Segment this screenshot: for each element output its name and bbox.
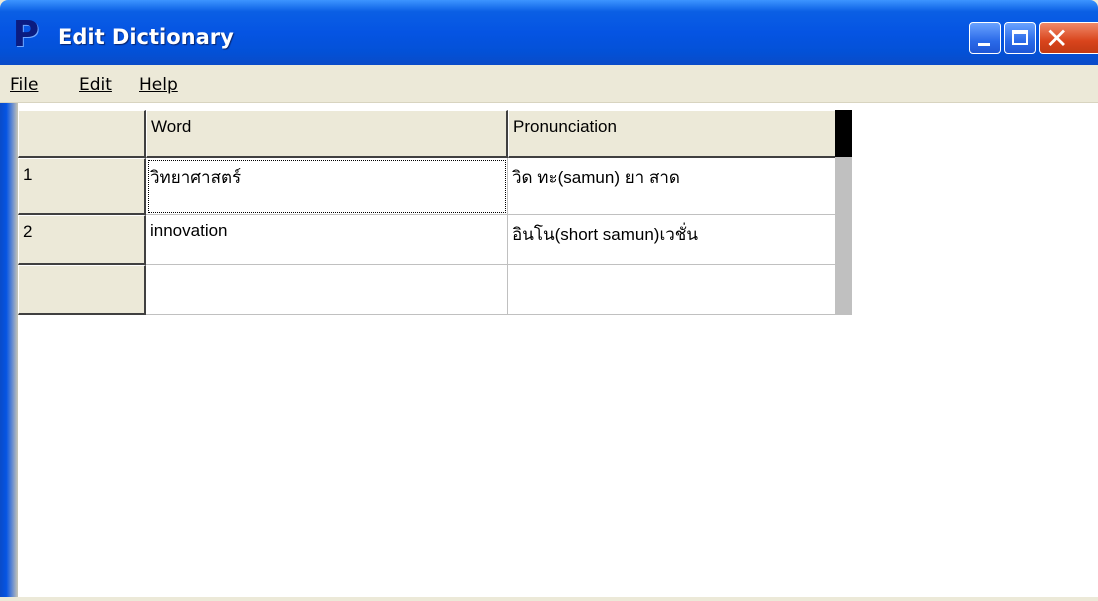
row-header[interactable] — [18, 265, 146, 315]
menu-help[interactable]: Help — [139, 75, 178, 95]
window-bottom-edge — [0, 597, 1098, 601]
menu-edit-label: Edit — [79, 75, 112, 95]
minimize-icon — [978, 43, 990, 46]
column-header-word[interactable]: Word — [146, 110, 508, 158]
menu-edit[interactable]: Edit — [79, 75, 112, 95]
menu-help-label: Help — [139, 75, 178, 95]
pronunciation-cell[interactable]: วิด ทะ(samun) ยา สาด — [508, 158, 838, 215]
menu-bar: File Edit Help — [0, 65, 1098, 103]
close-icon: ✕ — [1045, 22, 1069, 55]
app-icon: P — [12, 14, 40, 55]
word-cell[interactable] — [146, 265, 508, 315]
column-header-pronunciation[interactable]: Pronunciation — [508, 110, 838, 158]
maximize-icon — [1012, 30, 1028, 45]
grid-header-edge — [835, 110, 852, 158]
grid-vertical-scrollbar[interactable] — [835, 157, 852, 315]
minimize-button[interactable] — [969, 22, 1001, 54]
word-cell[interactable]: innovation — [146, 215, 508, 265]
corner-header[interactable] — [18, 110, 146, 158]
menu-file[interactable]: File — [10, 75, 38, 95]
window-title: Edit Dictionary — [58, 25, 234, 49]
word-cell[interactable]: วิทยาศาสตร์ — [146, 158, 508, 215]
pronunciation-cell[interactable]: อินโน(short samun)เวชั่น — [508, 215, 838, 265]
row-header[interactable]: 2 — [18, 215, 146, 265]
pronunciation-cell[interactable] — [508, 265, 838, 315]
close-button[interactable]: ✕ — [1039, 22, 1098, 54]
title-bar[interactable]: P Edit Dictionary ✕ — [0, 0, 1098, 65]
menu-file-label: File — [10, 75, 39, 95]
edit-dictionary-window: P Edit Dictionary ✕ File Edit Help Word … — [0, 0, 1098, 601]
window-left-border — [0, 103, 18, 601]
row-header[interactable]: 1 — [18, 158, 146, 215]
maximize-button[interactable] — [1004, 22, 1036, 54]
dictionary-grid: Word Pronunciation 1 วิทยาศาสตร์ วิด ทะ(… — [18, 110, 853, 315]
